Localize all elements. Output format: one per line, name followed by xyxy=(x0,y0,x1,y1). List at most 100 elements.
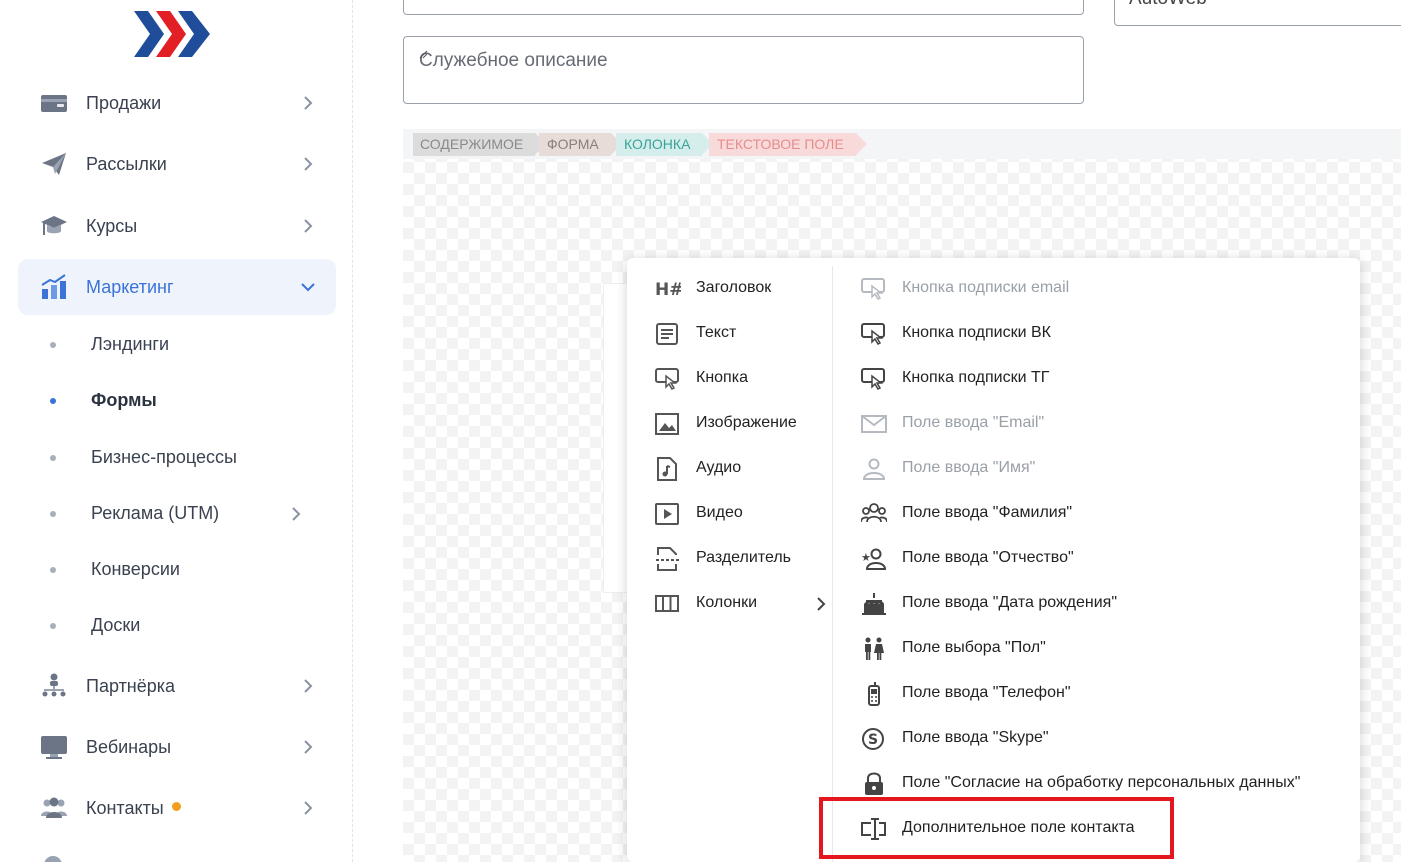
sidebar-item-mailings[interactable]: Рассылки xyxy=(18,136,336,192)
paper-plane-icon xyxy=(40,150,68,178)
bullet-dot xyxy=(50,511,56,517)
menu-item-label: Текст xyxy=(696,324,737,341)
chevron-right-icon xyxy=(298,154,318,174)
sidebar-subitem-label: Формы xyxy=(91,390,157,410)
menu-item-video[interactable]: Видео xyxy=(655,499,815,529)
logo[interactable] xyxy=(134,11,212,57)
sidebar-item-label: Партнёрка xyxy=(86,675,176,696)
sidebar-item-label: Маркетинг xyxy=(86,276,174,297)
sidebar-item-courses[interactable]: Курсы xyxy=(18,198,336,254)
sidebar-subitem-landings[interactable]: Лэндинги xyxy=(18,325,336,365)
sidebar-item-marketing[interactable]: Маркетинг xyxy=(18,259,336,315)
menu-item-email-field[interactable]: Поле ввода "Email" xyxy=(861,409,1341,439)
chart-bar-icon xyxy=(40,273,68,301)
user-star-icon: ★ xyxy=(861,547,887,571)
menu-item-label: Поле ввода "Email" xyxy=(902,414,1045,431)
phone-icon xyxy=(861,682,887,706)
menu-item-columns[interactable]: Колонки xyxy=(655,589,826,619)
columns-icon xyxy=(655,592,681,616)
sidebar-subitem-label: Конверсии xyxy=(91,559,180,579)
menu-item-label: Поле ввода "Дата рождения" xyxy=(902,594,1117,611)
hierarchy-icon xyxy=(40,672,68,700)
svg-text:S: S xyxy=(868,732,878,748)
chevron-right-icon xyxy=(298,737,318,757)
menu-item-label: Кнопка подписки email xyxy=(902,279,1070,296)
breadcrumb-item-form[interactable]: ФОРМА xyxy=(539,133,622,156)
description-textarea[interactable]: Служебное описание xyxy=(403,36,1084,104)
sidebar-item-contacts[interactable]: Контакты xyxy=(18,780,336,836)
menu-item-image[interactable]: Изображение xyxy=(655,409,815,439)
chevron-right-icon xyxy=(286,504,306,524)
menu-item-audio[interactable]: Аудио xyxy=(655,454,815,484)
sidebar-subitem-forms[interactable]: Формы xyxy=(18,381,336,421)
sidebar-item-webinars[interactable]: Вебинары xyxy=(18,719,336,775)
form-name-input[interactable] xyxy=(403,0,1084,15)
menu-item-subscribe-email[interactable]: Кнопка подписки email xyxy=(861,274,1341,304)
project-select[interactable]: AutoWeb xyxy=(1114,0,1401,26)
menu-item-phone-field[interactable]: Поле ввода "Телефон" xyxy=(861,679,1341,709)
sidebar-subitem-business-processes[interactable]: Бизнес-процессы xyxy=(18,438,336,478)
menu-divider xyxy=(832,266,833,862)
breadcrumb-item-column[interactable]: КОЛОНКА xyxy=(616,133,714,156)
menu-item-label: Кнопка подписки ТГ xyxy=(902,369,1050,386)
bullet-dot xyxy=(50,342,56,348)
sidebar: Продажи Рассылки Курсы Маркетинг Лэндинг… xyxy=(0,0,353,862)
breadcrumb-item-text-field[interactable]: ТЕКСТОВОЕ ПОЛЕ xyxy=(709,133,867,156)
sidebar-item-label: Рассылки xyxy=(86,153,167,174)
sidebar-item-sales[interactable]: Продажи xyxy=(18,75,336,131)
envelope-icon xyxy=(861,412,887,436)
menu-item-label: Изображение xyxy=(696,414,797,431)
menu-item-heading[interactable]: H# Заголовок xyxy=(655,274,815,304)
chevron-right-icon xyxy=(298,676,318,696)
image-icon xyxy=(655,412,681,436)
menu-item-birthday-field[interactable]: Поле ввода "Дата рождения" xyxy=(861,589,1341,619)
chevron-right-icon xyxy=(298,798,318,818)
family-icon xyxy=(861,502,887,526)
menu-item-label: Поле ввода "Телефон" xyxy=(902,684,1071,701)
bullet-dot xyxy=(50,567,56,573)
chevron-down-icon xyxy=(298,277,318,297)
chevron-right-icon xyxy=(298,216,318,236)
gear-icon[interactable] xyxy=(40,852,66,862)
bullet-dot xyxy=(50,455,56,461)
sidebar-subitem-label: Реклама (UTM) xyxy=(91,503,220,523)
menu-item-subscribe-tg[interactable]: Кнопка подписки ТГ xyxy=(861,364,1341,394)
menu-item-middle-name-field[interactable]: ★ Поле ввода "Отчество" xyxy=(861,544,1341,574)
menu-item-consent-field[interactable]: Поле "Согласие на обработку персональных… xyxy=(861,769,1351,799)
heading-icon: H# xyxy=(655,277,681,301)
menu-item-label: Видео xyxy=(696,504,743,521)
users-icon xyxy=(40,794,68,822)
resize-handle-icon[interactable] xyxy=(419,50,428,59)
subscribe-button-icon xyxy=(861,367,887,391)
menu-item-first-name-field[interactable]: Поле ввода "Имя" xyxy=(861,454,1341,484)
svg-text:H#: H# xyxy=(655,280,681,300)
menu-item-divider[interactable]: Разделитель xyxy=(655,544,815,574)
skype-icon: S xyxy=(861,727,887,751)
menu-item-label: Поле ввода "Skype" xyxy=(902,729,1049,746)
audio-file-icon xyxy=(655,457,681,481)
user-icon xyxy=(861,457,887,481)
menu-item-label: Поле ввода "Фамилия" xyxy=(902,504,1073,521)
sidebar-item-partners[interactable]: Партнёрка xyxy=(18,658,336,714)
sidebar-subitem-conversions[interactable]: Конверсии xyxy=(18,550,336,590)
menu-item-last-name-field[interactable]: Поле ввода "Фамилия" xyxy=(861,499,1341,529)
breadcrumb-item-content[interactable]: СОДЕРЖИМОЕ xyxy=(413,133,547,156)
menu-item-label: Разделитель xyxy=(696,549,792,566)
menu-item-label: Кнопка xyxy=(696,369,748,386)
sidebar-item-label: Курсы xyxy=(86,215,138,236)
sidebar-subitem-ads-utm[interactable]: Реклама (UTM) xyxy=(18,494,336,534)
graduation-cap-icon xyxy=(40,212,68,240)
chevron-right-icon xyxy=(813,596,829,612)
menu-item-gender-field[interactable]: Поле выбора "Пол" xyxy=(861,634,1341,664)
menu-item-text[interactable]: Текст xyxy=(655,319,815,349)
video-icon xyxy=(655,502,681,526)
bullet-dot xyxy=(50,398,56,404)
sidebar-subitem-boards[interactable]: Доски xyxy=(18,606,336,646)
sidebar-subitem-label: Доски xyxy=(91,615,141,635)
wallet-icon xyxy=(40,89,68,117)
menu-item-skype-field[interactable]: S Поле ввода "Skype" xyxy=(861,724,1341,754)
birthday-cake-icon xyxy=(861,592,887,616)
menu-item-button[interactable]: Кнопка xyxy=(655,364,815,394)
menu-item-subscribe-vk[interactable]: Кнопка подписки ВК xyxy=(861,319,1341,349)
svg-text:★: ★ xyxy=(861,551,871,564)
